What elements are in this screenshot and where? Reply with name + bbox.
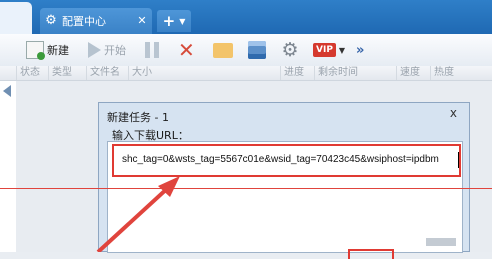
pause-icon [145, 42, 159, 58]
new-task-label: 新建 [47, 44, 69, 57]
new-file-icon [26, 41, 45, 60]
column-popularity[interactable]: 热度 [430, 66, 492, 80]
more-label: » [356, 42, 365, 58]
list-icon [248, 41, 266, 59]
text-caret [458, 152, 459, 168]
url-highlight-box: shc_tag=0&wsts_tag=5567c01e&wsid_tag=704… [112, 144, 461, 177]
open-folder-button[interactable] [213, 40, 233, 60]
dialog-title: 新建任务 - 1 [107, 111, 169, 124]
annotation-line [0, 188, 492, 189]
new-task-dialog: 新建任务 - 1 x 输入下载URL： shc_tag=0&wsts_tag=5… [98, 102, 470, 259]
task-list-button[interactable] [248, 40, 266, 60]
start-button[interactable]: 开始 [88, 40, 126, 60]
column-progress[interactable]: 进度 [280, 66, 314, 80]
horizontal-scrollbar[interactable] [426, 238, 456, 246]
tab-label: 配置中心 [62, 15, 106, 28]
gear-icon: ⚙ [45, 13, 57, 28]
new-tab-button[interactable]: + ▼ [157, 10, 191, 32]
column-type[interactable]: 类型 [48, 66, 86, 80]
folder-icon [213, 42, 233, 58]
play-icon [88, 42, 101, 58]
tab-bar: ⚙ 配置中心 ✕ + ▼ [0, 0, 492, 34]
url-input-area[interactable]: shc_tag=0&wsts_tag=5567c01e&wsid_tag=704… [107, 141, 463, 259]
tab-previous[interactable] [0, 2, 32, 34]
gear-icon: ⚙ [281, 39, 299, 61]
tab-config-center[interactable]: ⚙ 配置中心 ✕ [40, 8, 152, 34]
pause-button[interactable] [145, 40, 159, 60]
url-input[interactable]: shc_tag=0&wsts_tag=5567c01e&wsid_tag=704… [122, 154, 439, 165]
close-icon[interactable]: x [450, 106, 457, 120]
column-filename[interactable]: 文件名 [86, 66, 128, 80]
side-panel-toggle[interactable] [0, 81, 16, 252]
vip-button[interactable]: VIP ▼ [313, 40, 345, 60]
vip-icon: VIP [313, 43, 336, 57]
delete-icon: ✕ [178, 38, 195, 62]
delete-button[interactable]: ✕ [178, 40, 195, 60]
column-size[interactable]: 大小 [128, 66, 280, 80]
close-icon[interactable]: ✕ [135, 14, 149, 28]
chevron-down-icon: ▼ [179, 16, 186, 26]
button-highlight-box [348, 249, 394, 259]
column-header: 状态 类型 文件名 大小 进度 剩余时间 速度 热度 [0, 66, 492, 81]
column-speed[interactable]: 速度 [396, 66, 430, 80]
chevron-down-icon: ▼ [338, 45, 346, 55]
start-label: 开始 [104, 44, 126, 57]
column-status[interactable]: 状态 [16, 66, 48, 80]
new-task-button[interactable]: 新建 [26, 40, 69, 60]
column-remaining-time[interactable]: 剩余时间 [314, 66, 396, 80]
collapse-arrow-icon [3, 85, 11, 97]
toolbar: 新建 开始 ✕ ⚙ VIP ▼ » [0, 34, 492, 67]
plus-icon: + [162, 11, 176, 30]
more-button[interactable]: » [356, 40, 364, 60]
settings-button[interactable]: ⚙ [280, 40, 300, 60]
